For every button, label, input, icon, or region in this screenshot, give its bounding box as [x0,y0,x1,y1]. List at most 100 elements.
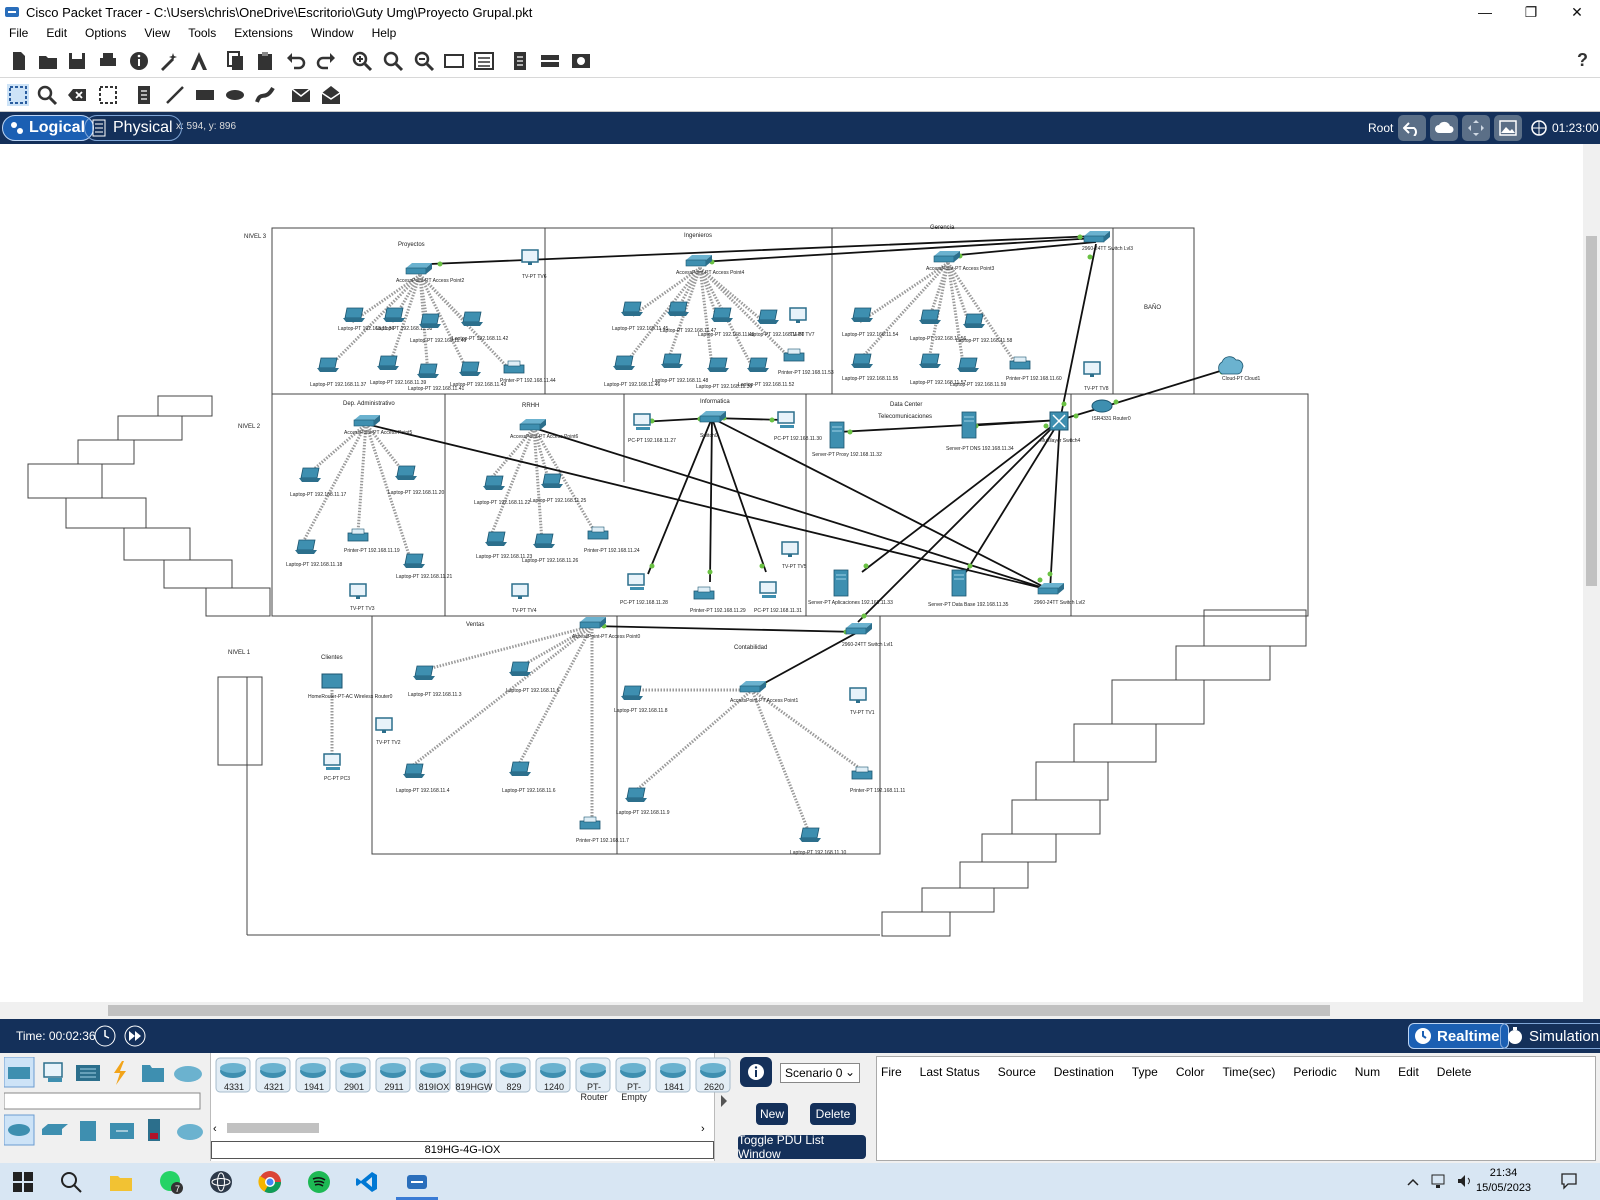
switch-informatica[interactable]: Switch0 [699,410,727,439]
model-strip-scrollbar[interactable]: ‹ › [213,1121,713,1135]
file-explorer-icon[interactable] [108,1169,134,1195]
draw-line-icon[interactable] [164,84,186,106]
vscode-icon[interactable] [354,1169,380,1195]
server-proxy[interactable]: Server-PT Proxy 192.168.11.32 [812,421,882,458]
open-folder-icon[interactable] [37,50,59,72]
device-model-4[interactable]: 2901 [335,1057,373,1097]
tray-clock[interactable]: 21:34 15/05/2023 [1476,1166,1531,1196]
windows-start-icon[interactable] [10,1169,36,1195]
tray-expand-icon[interactable] [1406,1175,1420,1189]
new-file-icon[interactable] [8,50,30,72]
undo-icon[interactable] [285,50,307,72]
cloud[interactable]: Cloud-PT Cloud1 [1218,356,1261,382]
collapse-arrow-icon[interactable] [719,1093,729,1109]
device-model-12[interactable]: 1841 [655,1057,693,1097]
device-search-box[interactable] [3,1092,201,1110]
routers-icon[interactable] [8,1124,30,1136]
pdu-column-header[interactable]: Destination [1054,1065,1114,1079]
hubs-icon[interactable] [80,1121,96,1141]
menu-tools[interactable]: Tools [179,24,225,44]
notifications-icon[interactable] [1560,1172,1578,1190]
server-aplicaciones[interactable]: Server-PT Aplicaciones 192.168.11.33 [808,569,893,606]
miscellaneous-icon[interactable] [142,1065,164,1082]
set-background-button[interactable] [1494,115,1522,141]
pc3[interactable]: PC-PT PC3 [323,753,350,782]
network-devices-icon[interactable] [8,1067,30,1079]
screenshot-icon[interactable] [570,50,592,72]
search-icon[interactable] [58,1169,84,1195]
menu-view[interactable]: View [135,24,179,44]
device-template-icon[interactable] [539,50,561,72]
paste-icon[interactable] [254,50,276,72]
help-button[interactable]: ? [1577,50,1588,71]
pdu-column-header[interactable]: Num [1355,1065,1380,1079]
whatsapp-icon[interactable] [158,1169,184,1195]
menu-window[interactable]: Window [302,24,363,44]
hosts-gerencia[interactable]: Laptop-PT 192.168.11.54 Laptop-PT 192.16… [842,307,1062,388]
add-simple-pdu-icon[interactable] [290,84,312,106]
back-button[interactable] [1398,115,1426,141]
device-model-5[interactable]: 2911 [375,1057,413,1097]
pdu-column-header[interactable]: Edit [1398,1065,1419,1079]
select-tool-icon[interactable] [6,83,30,107]
info-icon[interactable] [128,50,150,72]
connections-icon[interactable] [114,1061,126,1085]
device-model-3[interactable]: 1941 [295,1057,333,1097]
logical-workspace[interactable]: NIVEL 3 NIVEL 2 NIVEL 1 BAÑO Proyectos I… [0,144,1583,1002]
scenario-select[interactable]: Scenario 0 ⌄ [780,1063,860,1083]
inspect-tool-icon[interactable] [36,84,58,106]
router-isr4331[interactable]: ISR4331 Router0 [1091,399,1131,422]
hosts-rrhh[interactable]: Laptop-PT 192.168.11.22 Laptop-PT 192.16… [474,473,640,564]
zoom-in-icon[interactable] [351,50,373,72]
save-icon[interactable] [66,50,88,72]
device-model-9[interactable]: 1240 [535,1057,573,1097]
switch-lvl2[interactable]: 2960-24TT Switch Lvl2 [1034,582,1085,606]
vertical-scrollbar[interactable] [1583,144,1600,1002]
device-model-7[interactable]: 819HGW [455,1057,493,1097]
ap-contabilidad[interactable]: AccessPoint-PT Access Point1 [730,680,798,704]
place-note-icon[interactable] [133,84,155,106]
new-scenario-button[interactable]: New [756,1103,788,1125]
ap-ingenieros[interactable]: AccessPoint-PT Access Point4 [676,254,744,276]
zoom-out-icon[interactable] [413,50,435,72]
close-button[interactable]: ✕ [1554,0,1600,24]
power-cycle-icon[interactable] [94,1025,116,1047]
network-tray-icon[interactable] [1430,1173,1448,1189]
menu-help[interactable]: Help [363,24,406,44]
hosts-admin[interactable]: Laptop-PT 192.168.11.17 Laptop-PT 192.16… [286,465,452,580]
server-database[interactable]: Server-PT Data Base 192.168.11.35 [928,569,1009,608]
toggle-pdu-list-button[interactable]: Toggle PDU List Window [738,1133,866,1161]
restore-button[interactable]: ❐ [1508,0,1554,24]
ap-proyectos[interactable]: AccessPoint-PT Access Point2 [396,262,464,284]
switch-lvl1[interactable]: 2960-24TT Switch Lvl1 [842,622,893,648]
volume-tray-icon[interactable] [1456,1173,1474,1189]
pdu-column-header[interactable]: Time(sec) [1223,1065,1276,1079]
fast-forward-icon[interactable] [122,1025,148,1047]
realtime-button[interactable]: Realtime [1408,1023,1509,1049]
device-model-11[interactable]: PT-Empty [615,1057,653,1102]
zoom-reset-icon[interactable] [382,50,404,72]
wan-emulation-icon[interactable] [177,1124,203,1140]
copy-icon[interactable] [224,50,246,72]
new-cluster-button[interactable] [1430,115,1458,141]
drawing-palette-icon[interactable] [443,50,465,72]
device-model-2[interactable]: 4321 [255,1057,293,1097]
security-icon[interactable] [148,1119,160,1141]
device-model-10[interactable]: PT-Router [575,1057,613,1102]
horizontal-scroll-thumb[interactable] [108,1005,1330,1016]
horizontal-scrollbar[interactable] [0,1002,1583,1019]
packet-tracer-taskbar-icon[interactable] [404,1169,430,1195]
pdu-column-header[interactable]: Fire [881,1065,902,1079]
device-model-8[interactable]: 829 [495,1057,533,1097]
tab-logical[interactable]: Logical [2,115,95,141]
menu-options[interactable]: Options [76,24,135,44]
menu-edit[interactable]: Edit [37,24,76,44]
server-dns[interactable]: Server-PT DNS 192.168.11.34 [946,411,1014,452]
simulation-button[interactable]: Simulation [1500,1023,1600,1049]
scenario-info-button[interactable] [740,1057,772,1087]
pdu-column-header[interactable]: Periodic [1293,1065,1336,1079]
switches-icon[interactable] [42,1124,68,1135]
pdu-column-header[interactable]: Type [1132,1065,1158,1079]
pdu-column-header[interactable]: Color [1176,1065,1205,1079]
device-model-6[interactable]: 819IOX [415,1057,453,1097]
